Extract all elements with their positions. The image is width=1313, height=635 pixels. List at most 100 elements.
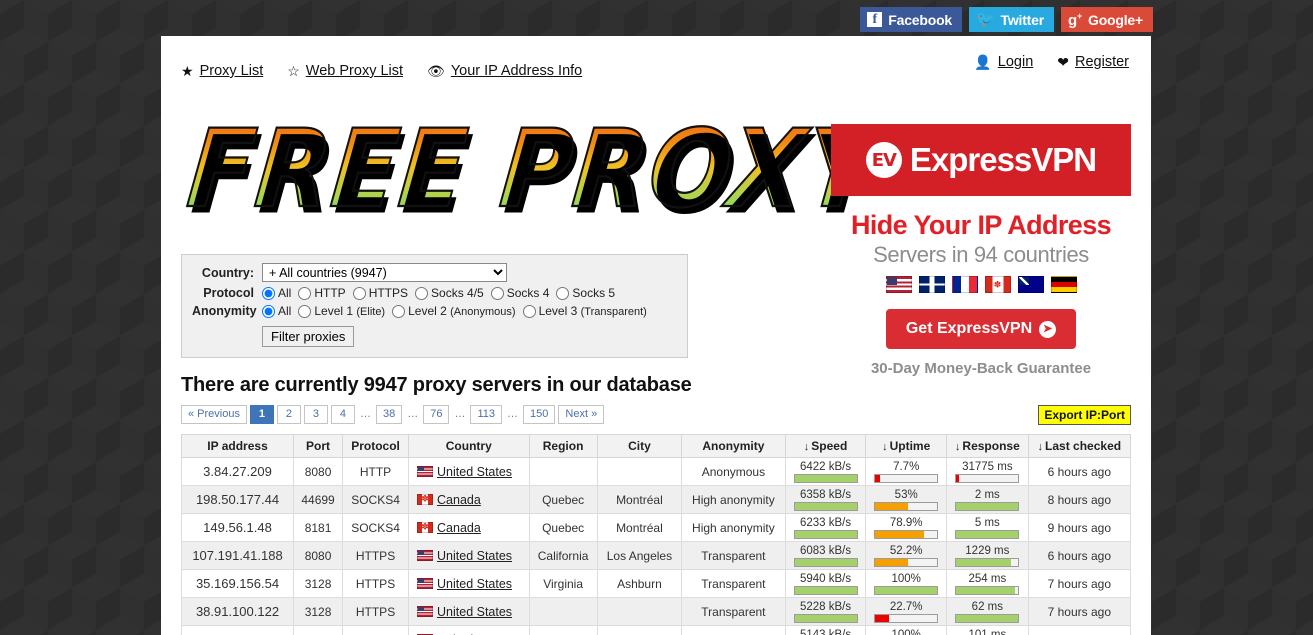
pagination-page-4[interactable]: 4	[331, 405, 355, 424]
pagination-previous[interactable]: « Previous	[181, 405, 247, 424]
anonymity-radio-2[interactable]	[392, 305, 405, 318]
protocol-radio-0[interactable]	[262, 287, 275, 300]
anonymity-radio-group: All Level 1 (Elite) Level 2 (Anonymous) Lev…	[262, 304, 654, 318]
protocol-radio-4[interactable]	[491, 287, 504, 300]
protocol-option-4[interactable]: Socks 4	[491, 286, 550, 300]
country-select[interactable]: + All countries (9947)	[262, 263, 507, 282]
column-header-response[interactable]: ↓Response	[947, 435, 1029, 458]
facebook-label: Facebook	[888, 12, 952, 28]
column-header-label: Uptime	[890, 439, 931, 453]
pagination-ellipsis-8: …	[452, 406, 467, 423]
cell-country[interactable]: Canada	[409, 514, 530, 542]
get-expressvpn-button[interactable]: Get ExpressVPN ➤	[886, 309, 1076, 349]
cell-speed-bar	[794, 474, 858, 483]
column-header-last-checked[interactable]: ↓Last checked	[1028, 435, 1130, 458]
heart-icon: ❤	[1057, 55, 1069, 69]
anonymity-option-1[interactable]: Level 1 (Elite)	[298, 304, 385, 318]
cell-speed: 6422 kB/s	[785, 458, 866, 486]
column-header-ip-address: IP address	[182, 435, 294, 458]
protocol-label-3: Socks 4/5	[431, 286, 484, 300]
cell-city	[597, 598, 681, 626]
pagination-page-3[interactable]: 3	[304, 405, 328, 424]
protocol-option-2[interactable]: HTTPS	[353, 286, 408, 300]
star-outline-icon: ☆	[287, 64, 300, 78]
anonymity-radio-0[interactable]	[262, 305, 275, 318]
country-link[interactable]: United States	[437, 549, 512, 563]
country-link[interactable]: United States	[437, 577, 512, 591]
cell-speed-bar	[794, 530, 858, 539]
twitter-share-button[interactable]: 🐦 Twitter	[969, 7, 1054, 32]
filter-proxies-button[interactable]: Filter proxies	[262, 326, 354, 347]
cell-city: Boydton	[597, 626, 681, 635]
country-link[interactable]: Canada	[437, 521, 481, 535]
country-link[interactable]: United States	[437, 605, 512, 619]
country-link[interactable]: Canada	[437, 493, 481, 507]
cell-uptime-value: 100%	[870, 573, 942, 585]
nav-ip-address-info[interactable]: 👁 Your IP Address Info	[427, 63, 582, 79]
cell-country[interactable]: United States	[409, 598, 530, 626]
nav-register[interactable]: ❤ Register	[1057, 54, 1129, 70]
cell-country[interactable]: United States	[409, 626, 530, 635]
cell-country[interactable]: United States	[409, 570, 530, 598]
column-header-city: City	[597, 435, 681, 458]
nav-proxy-list-label: Proxy List	[200, 63, 264, 79]
pagination-page-1[interactable]: 1	[250, 405, 274, 424]
protocol-radio-2[interactable]	[353, 287, 366, 300]
protocol-radio-1[interactable]	[298, 287, 311, 300]
protocol-option-5[interactable]: Socks 5	[556, 286, 615, 300]
protocol-radio-3[interactable]	[415, 287, 428, 300]
cell-port: 8080	[294, 542, 343, 570]
pagination-page-150[interactable]: 150	[523, 405, 555, 424]
column-header-speed[interactable]: ↓Speed	[785, 435, 866, 458]
nav-web-proxy-list-label: Web Proxy List	[306, 63, 403, 79]
pagination-page-76[interactable]: 76	[423, 405, 449, 424]
cell-speed-bar-fill	[795, 615, 857, 622]
cell-response-value: 5 ms	[951, 517, 1024, 529]
cell-country[interactable]: United States	[409, 542, 530, 570]
protocol-option-1[interactable]: HTTP	[298, 286, 345, 300]
cell-speed-value: 6083 kB/s	[790, 545, 862, 557]
cell-anonymity: High anonymity	[682, 514, 786, 542]
pagination-page-113[interactable]: 113	[470, 405, 502, 424]
protocol-radio-5[interactable]	[556, 287, 569, 300]
anonymity-option-2[interactable]: Level 2 (Anonymous)	[392, 304, 515, 318]
column-header-uptime[interactable]: ↓Uptime	[866, 435, 947, 458]
pagination-page-2[interactable]: 2	[277, 405, 301, 424]
nav-web-proxy-list[interactable]: ☆ Web Proxy List	[287, 63, 403, 79]
cell-uptime-value: 53%	[870, 489, 942, 501]
cell-last-checked: 9 hours ago	[1028, 514, 1130, 542]
column-header-protocol: Protocol	[343, 435, 409, 458]
cell-last-checked: 6 hours ago	[1028, 542, 1130, 570]
cell-protocol: HTTPS	[343, 570, 409, 598]
pagination-next[interactable]: Next »	[558, 405, 604, 424]
proxy-table: IP addressPortProtocolCountryRegionCityA…	[181, 434, 1131, 635]
anonymity-option-3[interactable]: Level 3 (Transparent)	[523, 304, 647, 318]
table-header-row: IP addressPortProtocolCountryRegionCityA…	[182, 435, 1131, 458]
expressvpn-logo-banner[interactable]: EV ExpressVPN	[831, 124, 1131, 196]
logo-word-free: FREE	[182, 106, 474, 231]
column-header-port: Port	[294, 435, 343, 458]
cell-speed: 6233 kB/s	[785, 514, 866, 542]
protocol-option-0[interactable]: All	[262, 286, 291, 300]
cell-speed-value: 6358 kB/s	[790, 489, 862, 501]
table-row: 38.91.100.1223128HTTPSUnited StatesTrans…	[182, 598, 1131, 626]
country-link[interactable]: United States	[437, 465, 512, 479]
get-expressvpn-label: Get ExpressVPN	[906, 320, 1032, 338]
facebook-share-button[interactable]: f Facebook	[860, 7, 962, 32]
table-row: 198.50.177.4444699SOCKS4CanadaQuebecMont…	[182, 486, 1131, 514]
pagination: « Previous1234…38…76…113…150Next »	[181, 405, 1131, 424]
anonymity-radio-1[interactable]	[298, 305, 311, 318]
googleplus-share-button[interactable]: g+ Google+	[1061, 7, 1153, 32]
nav-login[interactable]: 👤 Login	[974, 54, 1033, 70]
cell-country[interactable]: Canada	[409, 486, 530, 514]
protocol-option-3[interactable]: Socks 4/5	[415, 286, 484, 300]
export-ip-port-button[interactable]: Export IP:Port	[1038, 405, 1131, 425]
anonymity-radio-3[interactable]	[523, 305, 536, 318]
anonymity-label-0: All	[278, 304, 291, 318]
cell-speed: 5228 kB/s	[785, 598, 866, 626]
cell-uptime-value: 52.2%	[870, 545, 942, 557]
nav-proxy-list[interactable]: ★ Proxy List	[181, 63, 263, 79]
anonymity-option-0[interactable]: All	[262, 304, 291, 318]
cell-country[interactable]: United States	[409, 458, 530, 486]
pagination-page-38[interactable]: 38	[376, 405, 402, 424]
